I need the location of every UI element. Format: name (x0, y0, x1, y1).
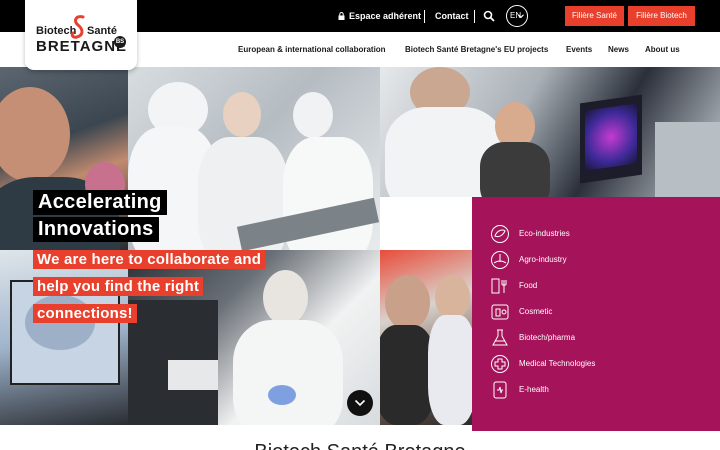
hero-title-line-2: Innovations (33, 217, 159, 242)
biotech-pharma-icon (492, 329, 508, 346)
chevron-down-icon (518, 14, 524, 19)
espace-adherent-link[interactable]: Espace adhérent (349, 0, 421, 32)
divider (424, 10, 425, 23)
site-logo[interactable]: Biotech Santé BRETAGNE BS (25, 0, 137, 70)
filiere-sante-button[interactable]: Filière Santé (565, 6, 624, 26)
logo-badge: BS (114, 36, 126, 48)
medical-technologies-icon (491, 355, 509, 373)
hero-subtitle-line-2: help you find the right (33, 277, 204, 296)
sector-label: Food (519, 281, 538, 290)
filiere-biotech-button[interactable]: Filière Biotech (628, 6, 695, 26)
nav-item-events[interactable]: Events (566, 32, 592, 67)
nav-item-eu-projects[interactable]: Biotech Santé Bretagne's EU projects (405, 32, 548, 67)
sector-label: Cosmetic (519, 307, 553, 316)
language-selector[interactable]: EN (506, 5, 528, 27)
section-heading: Biotech Santé Bretagne (0, 441, 720, 450)
cosmetic-icon (491, 304, 509, 320)
hero-subtitle-line-1: We are here to collaborate and (33, 250, 266, 269)
eco-industries-icon (491, 225, 509, 243)
nav-item-news[interactable]: News (608, 32, 629, 67)
nav-item-european-collaboration[interactable]: European & international collaboration (238, 32, 386, 67)
divider (474, 10, 475, 23)
sector-label: Eco-industries (519, 229, 570, 238)
nav-item-about-us[interactable]: About us (645, 32, 680, 67)
sector-label: Agro-industry (519, 255, 567, 264)
sector-label: Biotech/pharma (519, 333, 576, 342)
lock-icon (338, 12, 345, 20)
e-health-icon (493, 381, 507, 399)
hero-subtitle-line-3: connections! (33, 304, 137, 323)
contact-link[interactable]: Contact (435, 0, 469, 32)
chevron-down-icon (354, 399, 366, 407)
hero-title-line-1: Accelerating (33, 190, 167, 215)
hero-photo-microscope-screen (380, 67, 720, 197)
sectors-panel: Eco-industries Agro-industry Food Cosmet… (472, 197, 720, 431)
hero-photo-team-event (380, 250, 472, 425)
scroll-down-button[interactable] (347, 390, 373, 416)
agro-industry-icon (491, 251, 509, 269)
food-icon (491, 278, 507, 294)
sector-label: E-health (519, 385, 549, 394)
hero-photo-lab-team (128, 67, 380, 250)
sector-label: Medical Technologies (519, 359, 596, 368)
logo-text-sante: Santé (87, 25, 117, 37)
search-icon[interactable] (483, 10, 495, 22)
